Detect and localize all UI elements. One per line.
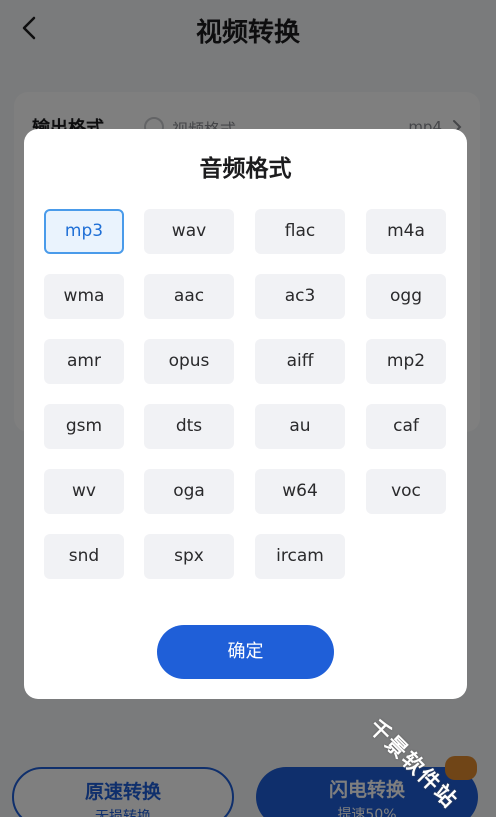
format-option-mp2[interactable]: mp2 (366, 339, 446, 384)
format-option-ac3[interactable]: ac3 (255, 274, 345, 319)
format-option-flac[interactable]: flac (255, 209, 345, 254)
format-option-w64[interactable]: w64 (255, 469, 345, 514)
format-option-spx[interactable]: spx (144, 534, 234, 579)
format-option-snd[interactable]: snd (44, 534, 124, 579)
format-option-aiff[interactable]: aiff (255, 339, 345, 384)
format-option-voc[interactable]: voc (366, 469, 446, 514)
format-option-caf[interactable]: caf (366, 404, 446, 449)
confirm-button[interactable]: 确定 (157, 625, 334, 679)
format-option-ircam[interactable]: ircam (255, 534, 345, 579)
format-option-mp3[interactable]: mp3 (44, 209, 124, 254)
format-option-dts[interactable]: dts (144, 404, 234, 449)
format-option-ogg[interactable]: ogg (366, 274, 446, 319)
format-option-wv[interactable]: wv (44, 469, 124, 514)
format-option-m4a[interactable]: m4a (366, 209, 446, 254)
format-option-amr[interactable]: amr (44, 339, 124, 384)
format-option-gsm[interactable]: gsm (44, 404, 124, 449)
format-option-wma[interactable]: wma (44, 274, 124, 319)
audio-format-dialog: 音频格式 mp3 wav flac m4a wma aac ac3 ogg amr opus aif… (24, 129, 467, 699)
format-option-aac[interactable]: aac (144, 274, 234, 319)
format-option-opus[interactable]: opus (144, 339, 234, 384)
format-grid: mp3 wav flac m4a wma aac ac3 ogg amr opus aiff mp2 g… (24, 129, 467, 599)
format-option-au[interactable]: au (255, 404, 345, 449)
format-option-wav[interactable]: wav (144, 209, 234, 254)
format-option-oga[interactable]: oga (144, 469, 234, 514)
